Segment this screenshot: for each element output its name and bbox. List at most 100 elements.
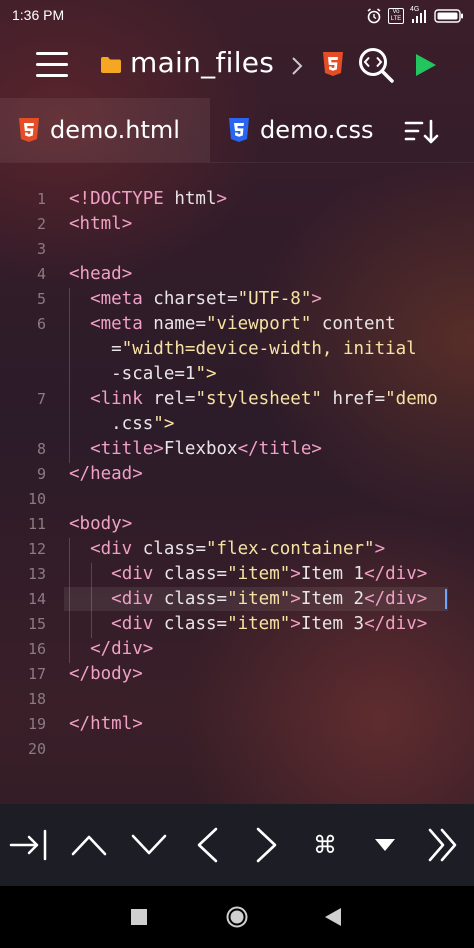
code-text: <meta charset="UTF-8"> [90, 289, 322, 309]
arrow-right-key[interactable] [238, 804, 296, 886]
code-line[interactable]: ="width=device-width, initial [0, 338, 474, 363]
command-icon: ⌘ [313, 831, 337, 859]
tab-key[interactable] [0, 804, 58, 886]
line-number: 10 [27, 490, 46, 508]
code-line[interactable]: 7 <link rel="stylesheet" href="demo [0, 388, 474, 413]
line-number: 2 [36, 215, 46, 233]
battery-icon [434, 9, 463, 23]
arrow-left-key[interactable] [178, 804, 236, 886]
indent-guide [69, 288, 70, 463]
tab-icon [9, 829, 47, 861]
line-number: 4 [36, 265, 46, 283]
double-chevron-right-icon [428, 828, 457, 862]
status-bar: 1:36 PM Vo LTE 4G [0, 0, 474, 32]
chevron-right-icon [292, 57, 303, 75]
indent-guide [91, 563, 92, 638]
code-editor[interactable]: 1 <!DOCTYPE html> 2 <html> 3 4 <head> 5 <meta c… [0, 180, 474, 780]
code-line[interactable]: 4 <head> [0, 263, 474, 288]
run-button[interactable] [412, 52, 440, 78]
home-button[interactable] [226, 906, 248, 932]
code-text: <div class="item">Item 1</div> [111, 564, 428, 584]
indent-guide [69, 538, 70, 663]
code-text: <div class="flex-container"> [90, 539, 386, 559]
line-number: 18 [27, 690, 46, 708]
code-line[interactable]: 3 [0, 238, 474, 263]
menu-button[interactable] [34, 50, 70, 80]
chevron-up-icon [71, 835, 107, 856]
code-line[interactable]: 17 </body> [0, 663, 474, 688]
code-line[interactable]: 5 <meta charset="UTF-8"> [0, 288, 474, 313]
code-line[interactable]: 6 <meta name="viewport" content [0, 313, 474, 338]
tab-demo-html[interactable]: demo.html [0, 98, 210, 162]
code-text: <link rel="stylesheet" href="demo [90, 389, 438, 409]
code-text: ="width=device-width, initial [111, 339, 417, 359]
tab-demo-css[interactable]: demo.css [210, 98, 400, 162]
menu-icon-bar [36, 63, 68, 66]
back-icon [325, 908, 341, 926]
arrow-down-key[interactable] [120, 804, 178, 886]
arrow-up-key[interactable] [60, 804, 118, 886]
code-line[interactable]: .css"> [0, 413, 474, 438]
chevron-left-icon [197, 827, 218, 863]
more-keys-key[interactable] [414, 804, 472, 886]
folder-name[interactable]: main_files [130, 46, 274, 79]
code-text: <head> [69, 264, 133, 284]
line-number: 7 [36, 390, 46, 408]
status-time: 1:36 PM [12, 7, 65, 23]
code-text: <!DOCTYPE html> [69, 189, 228, 209]
signal-icon: 4G [410, 6, 428, 23]
recents-button[interactable] [131, 909, 147, 925]
tab-label: demo.html [50, 116, 180, 144]
chevron-right-icon [256, 827, 277, 863]
back-button[interactable] [324, 907, 342, 931]
home-icon [226, 906, 248, 928]
caret-down-icon [375, 839, 395, 851]
code-text: -scale=1"> [69, 364, 217, 384]
html5-icon[interactable] [322, 51, 344, 77]
code-text: <body> [69, 514, 133, 534]
code-line[interactable]: 10 [0, 488, 474, 513]
file-tabs: demo.html demo.css [0, 98, 474, 163]
code-text: </body> [69, 664, 143, 684]
code-text: <div class="item">Item 2</div> [111, 589, 428, 609]
line-number: 13 [27, 565, 46, 583]
play-icon [416, 54, 436, 76]
code-line[interactable]: 12 <div class="flex-container"> [0, 538, 474, 563]
code-line[interactable]: 19 </html> [0, 713, 474, 738]
code-line[interactable]: 11 <body> [0, 513, 474, 538]
dropdown-key[interactable] [356, 804, 414, 886]
chevron-down-icon [131, 834, 167, 855]
code-text: </div> [90, 639, 154, 659]
code-line[interactable]: 1 <!DOCTYPE html> [0, 188, 474, 213]
code-line[interactable]: -scale=1"> [0, 363, 474, 388]
code-line[interactable]: 2 <html> [0, 213, 474, 238]
html5-icon [19, 118, 39, 142]
toolbar: main_files [0, 32, 474, 98]
code-line[interactable]: 9 </head> [0, 463, 474, 488]
search-code-button[interactable] [357, 46, 395, 84]
sort-icon [404, 119, 439, 144]
code-line[interactable]: 13 <div class="item">Item 1</div> [0, 563, 474, 588]
menu-icon-bar [36, 74, 68, 77]
code-text: <div class="item">Item 3</div> [111, 614, 428, 634]
command-key[interactable]: ⌘ [296, 804, 354, 886]
code-line[interactable]: 14 <div class="item">Item 2</div> [0, 588, 474, 613]
search-code-icon [359, 48, 394, 83]
code-line[interactable]: 20 [0, 738, 474, 763]
code-line[interactable]: 18 [0, 688, 474, 713]
line-number: 6 [36, 315, 46, 333]
line-number: 19 [27, 715, 46, 733]
code-text: <title>Flexbox</title> [90, 439, 322, 459]
code-line[interactable]: 16 </div> [0, 638, 474, 663]
text-cursor [445, 589, 447, 609]
line-number: 16 [27, 640, 46, 658]
code-line[interactable]: 15 <div class="item">Item 3</div> [0, 613, 474, 638]
line-number: 12 [27, 540, 46, 558]
code-text: .css"> [69, 414, 175, 434]
code-line[interactable]: 8 <title>Flexbox</title> [0, 438, 474, 463]
line-number: 5 [36, 290, 46, 308]
line-number: 9 [36, 465, 46, 483]
folder-icon [101, 57, 121, 73]
sort-tabs-button[interactable] [404, 118, 440, 146]
alarm-icon [367, 8, 381, 24]
